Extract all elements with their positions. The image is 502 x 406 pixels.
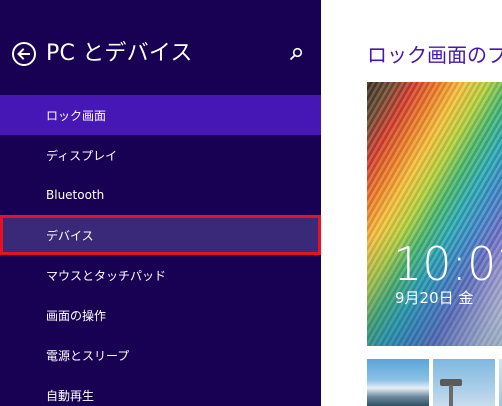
menu-item-label: マウスとタッチパッド [46, 268, 167, 283]
menu-item-power-sleep[interactable]: 電源とスリープ [0, 335, 321, 375]
content-pane: ロック画面のプレ 10:01 9月20日 金 [321, 0, 502, 406]
lock-screen-preview: 10:01 9月20日 金 [367, 82, 502, 346]
menu-item-corners-edges[interactable]: 画面の操作 [0, 295, 321, 335]
back-button[interactable] [12, 42, 36, 66]
menu-item-label: 画面の操作 [46, 308, 107, 323]
menu-item-label: ディスプレイ [46, 148, 118, 163]
search-icon [289, 47, 303, 61]
preview-date: 9月20日 金 [395, 289, 474, 307]
menu-item-label: Bluetooth [46, 188, 105, 202]
menu-item-label: 電源とスリープ [46, 348, 130, 363]
background-thumbnail[interactable] [433, 359, 495, 406]
page-title: PC とデバイス [46, 41, 193, 66]
menu-item-label: デバイス [46, 228, 94, 243]
sidebar-header: PC とデバイス [0, 0, 321, 95]
section-title: ロック画面のプレ [367, 43, 502, 67]
menu-item-display[interactable]: ディスプレイ [0, 135, 321, 175]
menu-item-lock-screen[interactable]: ロック画面 [0, 95, 321, 135]
menu-item-label: ロック画面 [46, 108, 107, 123]
menu-item-devices[interactable]: デバイス [0, 215, 321, 255]
settings-menu: ロック画面 ディスプレイ Bluetooth デバイス マウスとタッチパッド 画… [0, 95, 321, 406]
back-arrow-icon [17, 48, 30, 60]
settings-sidebar: PC とデバイス ロック画面 ディスプレイ Bluetooth デバイス マウス… [0, 0, 321, 406]
background-thumbnail[interactable] [367, 359, 429, 406]
background-thumbnails [367, 359, 502, 406]
search-button[interactable] [284, 42, 308, 66]
menu-item-mouse-touchpad[interactable]: マウスとタッチパッド [0, 255, 321, 295]
menu-item-bluetooth[interactable]: Bluetooth [0, 175, 321, 215]
tower-shape [449, 385, 453, 406]
menu-item-label: 自動再生 [46, 388, 95, 403]
preview-time: 10:01 [393, 237, 502, 291]
menu-item-autoplay[interactable]: 自動再生 [0, 375, 321, 406]
